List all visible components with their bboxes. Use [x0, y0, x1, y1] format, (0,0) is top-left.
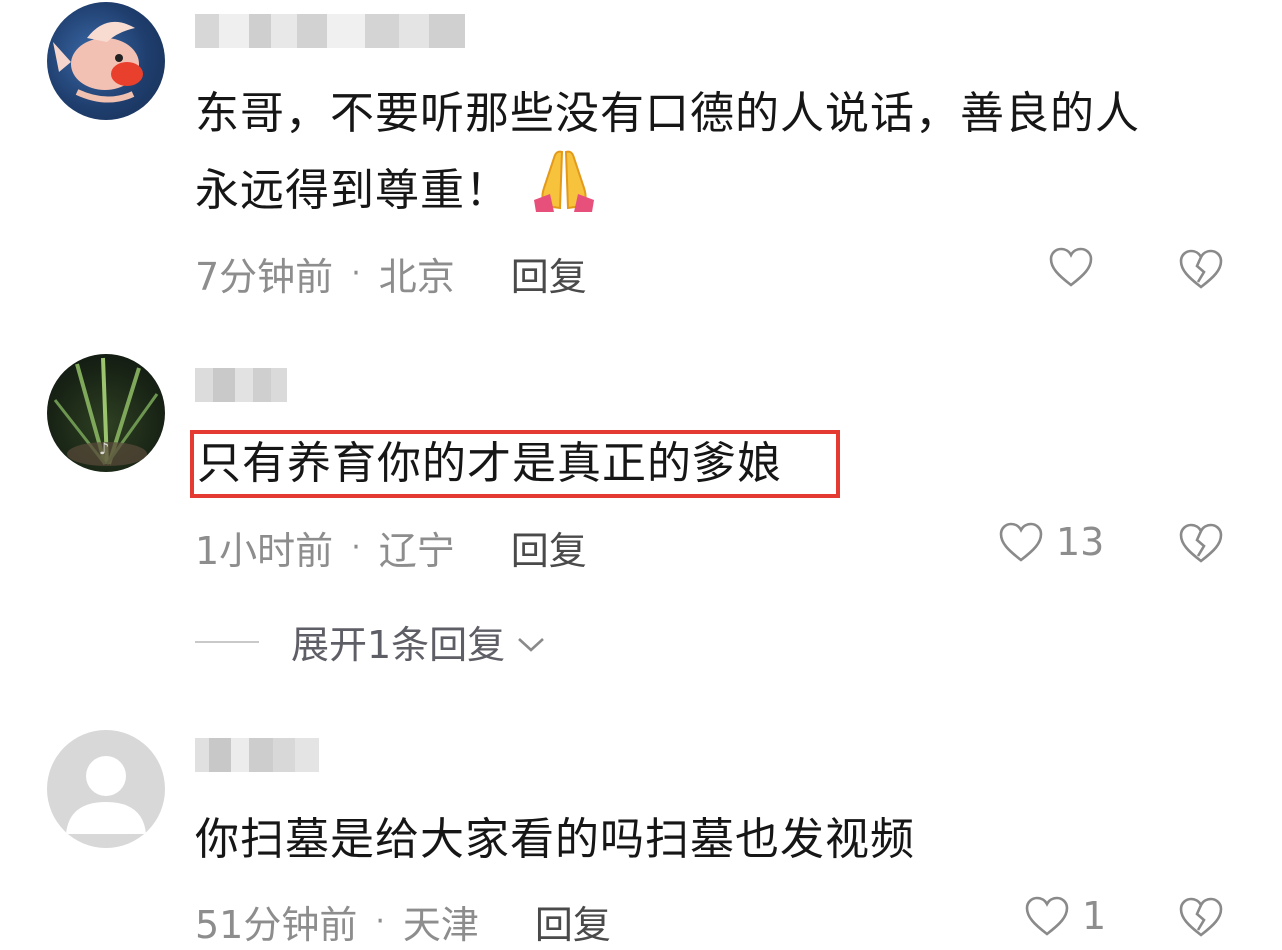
- chevron-down-icon: [515, 620, 547, 664]
- like-count: 1: [1082, 894, 1107, 938]
- broken-heart-icon: [1179, 523, 1223, 563]
- broken-heart-icon: [1179, 249, 1223, 289]
- fish-icon: [53, 21, 143, 103]
- comment-text-line2: 永远得到尊重！: [195, 165, 510, 216]
- comment-text-line: 东哥，不要听那些没有口德的人说话，善良的人: [195, 88, 1140, 139]
- avatar[interactable]: ♪: [47, 354, 165, 472]
- expand-replies-label: 展开1条回复: [291, 623, 506, 667]
- dislike-button[interactable]: [1178, 522, 1224, 564]
- dislike-button[interactable]: [1178, 248, 1224, 290]
- folded-hands-icon: [530, 148, 598, 234]
- heart-icon: [999, 522, 1043, 562]
- plant-icon: ♪: [53, 357, 159, 466]
- comment-text: 你扫墓是给大家看的吗扫墓也发视频: [195, 806, 915, 874]
- dislike-button[interactable]: [1178, 896, 1224, 938]
- comment-location: 天津: [402, 903, 479, 947]
- reply-button[interactable]: 回复: [511, 520, 587, 575]
- divider-line: [195, 640, 259, 643]
- comment-text: 东哥，不要听那些没有口德的人说话，善良的人 永远得到尊重！: [195, 80, 1140, 234]
- reply-button[interactable]: 回复: [535, 894, 611, 949]
- comment-location: 辽宁: [378, 529, 455, 573]
- like-count: 13: [1056, 520, 1105, 564]
- svg-text:♪: ♪: [99, 439, 109, 458]
- separator-dot: ·: [375, 904, 385, 939]
- avatar[interactable]: [47, 2, 165, 120]
- comment-text: 只有养育你的才是真正的爹娘: [197, 430, 782, 498]
- username-blurred: [195, 738, 319, 772]
- comment-meta: 1小时前 · 辽宁 回复: [195, 520, 587, 575]
- like-button[interactable]: [1048, 246, 1094, 288]
- comment-text-line: 永远得到尊重！: [195, 148, 1140, 234]
- username-blurred: [195, 14, 465, 48]
- comment-time: 51分钟前: [195, 903, 358, 947]
- like-button[interactable]: 13: [998, 520, 1104, 564]
- avatar[interactable]: [47, 730, 165, 848]
- like-button[interactable]: 1: [1024, 894, 1106, 938]
- comment-meta: 51分钟前 · 天津 回复: [195, 894, 611, 949]
- default-user-icon: [66, 756, 146, 834]
- expand-replies-button[interactable]: 展开1条回复: [195, 614, 547, 669]
- heart-icon: [1049, 247, 1093, 287]
- username-blurred: [195, 368, 287, 402]
- comment-text-line: 只有养育你的才是真正的爹娘: [197, 438, 782, 489]
- comment-text-line: 你扫墓是给大家看的吗扫墓也发视频: [195, 814, 915, 865]
- reply-button[interactable]: 回复: [511, 246, 587, 301]
- heart-icon: [1025, 896, 1069, 936]
- broken-heart-icon: [1179, 897, 1223, 937]
- separator-dot: ·: [351, 256, 361, 291]
- separator-dot: ·: [351, 530, 361, 565]
- comment-location: 北京: [378, 255, 455, 299]
- comment-time: 1小时前: [195, 529, 334, 573]
- comment-time: 7分钟前: [195, 255, 334, 299]
- comment-meta: 7分钟前 · 北京 回复: [195, 246, 587, 301]
